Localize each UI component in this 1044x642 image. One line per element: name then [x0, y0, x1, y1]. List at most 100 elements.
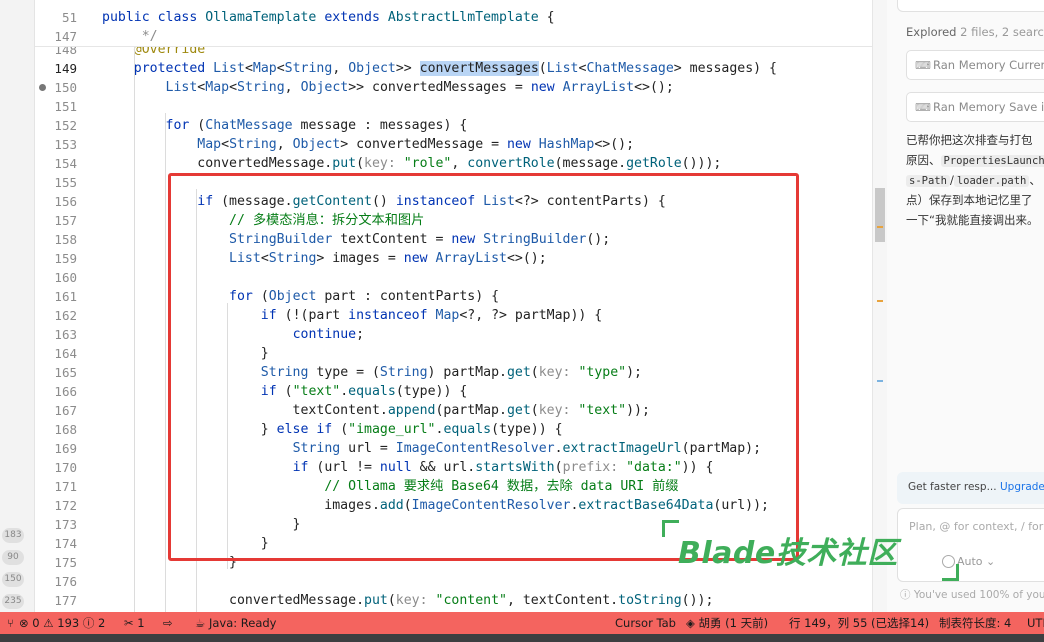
- code-text[interactable]: List<Map<String, Object>> convertedMessa…: [102, 78, 674, 97]
- line-number[interactable]: 163: [35, 325, 77, 344]
- code-line[interactable]: 161 for (Object part : contentParts) {: [35, 287, 872, 306]
- code-text[interactable]: */: [102, 27, 158, 46]
- code-line[interactable]: 149 protected List<Map<String, Object>> …: [35, 59, 872, 78]
- line-number[interactable]: 161: [35, 287, 77, 306]
- code-line[interactable]: 166 if ("text".equals(type)) {: [35, 382, 872, 401]
- code-text[interactable]: images.add(ImageContentResolver.extractB…: [102, 496, 769, 515]
- code-text[interactable]: convertedMessage.put(key: "content", tex…: [102, 591, 713, 610]
- code-line[interactable]: 173 }: [35, 515, 872, 534]
- sticky-code-line[interactable]: 147 */: [35, 27, 872, 47]
- sticky-code-line[interactable]: 51 public class OllamaTemplate extends Ab…: [35, 8, 872, 28]
- line-number[interactable]: 154: [35, 154, 77, 173]
- code-line[interactable]: 176: [35, 572, 872, 591]
- code-text[interactable]: }: [102, 344, 269, 363]
- code-text[interactable]: } else if ("image_url".equals(type)) {: [102, 420, 563, 439]
- code-text[interactable]: }: [102, 534, 269, 553]
- code-text[interactable]: for (Object part : contentParts) {: [102, 287, 499, 306]
- chat-composer[interactable]: Auto ⌄: [897, 508, 1044, 582]
- code-line[interactable]: 175 }: [35, 553, 872, 572]
- ran-command-card[interactable]: ⌨ Ran Memory Save it: [906, 92, 1044, 122]
- code-line[interactable]: 172 images.add(ImageContentResolver.extr…: [35, 496, 872, 515]
- line-number[interactable]: 174: [35, 534, 77, 553]
- breakpoint-dot-icon[interactable]: [39, 84, 46, 91]
- line-number[interactable]: 168: [35, 420, 77, 439]
- code-line[interactable]: 150 List<Map<String, Object>> convertedM…: [35, 78, 872, 97]
- code-line[interactable]: 162 if (!(part instanceof Map<?, ?> part…: [35, 306, 872, 325]
- line-number[interactable]: 165: [35, 363, 77, 382]
- line-number[interactable]: 158: [35, 230, 77, 249]
- chat-input[interactable]: [907, 519, 1044, 534]
- code-line[interactable]: 156 if (message.getContent() instanceof …: [35, 192, 872, 211]
- line-number[interactable]: 162: [35, 306, 77, 325]
- line-number[interactable]: 170: [35, 458, 77, 477]
- line-number[interactable]: 157: [35, 211, 77, 230]
- code-line[interactable]: 160: [35, 268, 872, 287]
- code-text[interactable]: String type = (String) partMap.get(key: …: [102, 363, 642, 382]
- code-text[interactable]: for (ChatMessage message : messages) {: [102, 116, 468, 135]
- editor-vertical-scrollbar[interactable]: [872, 0, 887, 612]
- cursor-tab-status[interactable]: Cursor Tab: [615, 612, 676, 634]
- code-text[interactable]: // 多模态消息：拆分文本和图片: [102, 211, 424, 230]
- code-line[interactable]: 152 for (ChatMessage message : messages)…: [35, 116, 872, 135]
- code-line[interactable]: 167 textContent.append(partMap.get(key: …: [35, 401, 872, 420]
- line-number[interactable]: 155: [35, 173, 77, 192]
- line-number[interactable]: 159: [35, 249, 77, 268]
- code-text[interactable]: Map<String, Object> convertedMessage = n…: [102, 135, 634, 154]
- ran-command-card[interactable]: ⌨ Ran Memory Current: [906, 50, 1044, 80]
- code-text[interactable]: convertedMessage.put(key: "role", conver…: [102, 154, 721, 173]
- code-text[interactable]: if ("text".equals(type)) {: [102, 382, 467, 401]
- code-line[interactable]: 169 String url = ImageContentResolver.ex…: [35, 439, 872, 458]
- code-line[interactable]: 155: [35, 173, 872, 192]
- code-line[interactable]: 154 convertedMessage.put(key: "role", co…: [35, 154, 872, 173]
- line-number[interactable]: 149: [35, 59, 77, 78]
- code-text[interactable]: if (url != null && url.startsWith(prefix…: [102, 458, 714, 477]
- code-line[interactable]: 174 }: [35, 534, 872, 553]
- code-line[interactable]: 153 Map<String, Object> convertedMessage…: [35, 135, 872, 154]
- code-line[interactable]: 163 continue;: [35, 325, 872, 344]
- code-line[interactable]: 158 StringBuilder textContent = new Stri…: [35, 230, 872, 249]
- code-line[interactable]: 159 List<String> images = new ArrayList<…: [35, 249, 872, 268]
- line-number[interactable]: 166: [35, 382, 77, 401]
- code-line[interactable]: 164 }: [35, 344, 872, 363]
- tab-size[interactable]: 制表符长度: 4: [939, 612, 1011, 634]
- cursor-position[interactable]: 行 149，列 55 (已选择14): [789, 612, 929, 634]
- code-text[interactable]: continue;: [102, 325, 364, 344]
- line-number[interactable]: 151: [35, 97, 77, 116]
- model-select[interactable]: Auto ⌄: [957, 555, 995, 568]
- share-icon[interactable]: ⇨: [163, 612, 173, 634]
- tools-indicator[interactable]: ✂ 1: [124, 612, 145, 634]
- code-text[interactable]: protected List<Map<String, Object>> conv…: [102, 59, 777, 78]
- code-line[interactable]: 157 // 多模态消息：拆分文本和图片: [35, 211, 872, 230]
- code-text[interactable]: // Ollama 要求纯 Base64 数据，去除 data URI 前缀: [102, 477, 678, 496]
- line-number[interactable]: 176: [35, 572, 77, 591]
- code-text[interactable]: if (!(part instanceof Map<?, ?> partMap)…: [102, 306, 602, 325]
- code-line[interactable]: 177 convertedMessage.put(key: "content",…: [35, 591, 872, 610]
- java-status[interactable]: ☕ Java: Ready: [195, 612, 277, 634]
- code-line[interactable]: 171 // Ollama 要求纯 Base64 数据，去除 data URI …: [35, 477, 872, 496]
- line-number[interactable]: 172: [35, 496, 77, 515]
- line-number[interactable]: 175: [35, 553, 77, 572]
- code-text[interactable]: textContent.append(partMap.get(key: "tex…: [102, 401, 650, 420]
- upgrade-link[interactable]: Upgrade: [1000, 481, 1044, 493]
- mode-toggle-icon[interactable]: [942, 555, 955, 568]
- code-line[interactable]: 168 } else if ("image_url".equals(type))…: [35, 420, 872, 439]
- explored-summary[interactable]: Explored 2 files, 2 searches: [906, 25, 1044, 39]
- line-number[interactable]: 169: [35, 439, 77, 458]
- line-number[interactable]: 51: [35, 8, 77, 27]
- line-number[interactable]: 147: [35, 27, 77, 46]
- code-text[interactable]: if (message.getContent() instanceof List…: [102, 192, 666, 211]
- code-text[interactable]: }: [102, 553, 237, 572]
- encoding[interactable]: UTF-8: [1027, 612, 1044, 634]
- branch-icon[interactable]: ⑂: [7, 612, 14, 634]
- line-number[interactable]: 164: [35, 344, 77, 363]
- code-text[interactable]: public class OllamaTemplate extends Abst…: [102, 8, 555, 27]
- code-text[interactable]: }: [102, 515, 301, 534]
- code-editor[interactable]: 51 public class OllamaTemplate extends Ab…: [35, 0, 872, 612]
- code-line[interactable]: 165 String type = (String) partMap.get(k…: [35, 363, 872, 382]
- line-number[interactable]: 153: [35, 135, 77, 154]
- git-blame-status[interactable]: ◈ 胡勇 (1 天前): [686, 612, 768, 634]
- line-number[interactable]: 156: [35, 192, 77, 211]
- line-number[interactable]: 171: [35, 477, 77, 496]
- line-number[interactable]: 152: [35, 116, 77, 135]
- code-line[interactable]: 151: [35, 97, 872, 116]
